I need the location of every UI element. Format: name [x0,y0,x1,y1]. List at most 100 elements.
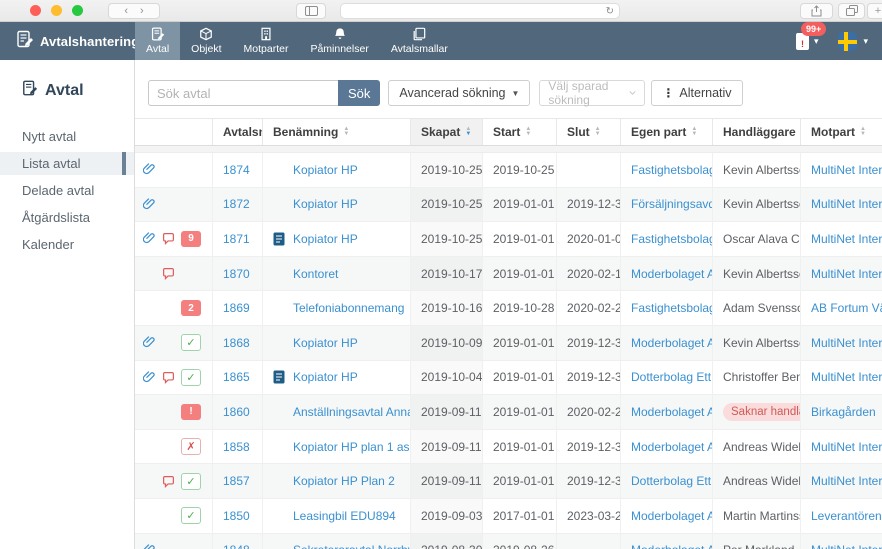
contract-name-link[interactable]: Anställningsavtal Anna [293,405,411,419]
status-badge[interactable]: ✓ [179,507,203,524]
nav-tab-påminnelser[interactable]: Påminnelser [299,22,379,60]
note-icon[interactable] [160,475,176,488]
note-icon[interactable] [160,267,176,280]
contract-number-link[interactable]: 1870 [223,267,250,281]
contract-number-link[interactable]: 1848 [223,543,250,549]
back-icon[interactable]: ‹ [124,5,128,17]
contract-number-link[interactable]: 1857 [223,474,250,488]
table-row[interactable]: ✗ 1858 Kopiator HP plan 1 asdasda... 201… [135,430,882,465]
counterparty-link[interactable]: MultiNet Interactiv [811,197,882,211]
counterparty-link[interactable]: MultiNet Interactiv [811,267,882,281]
counterparty-link[interactable]: AB Fortum Värme [811,301,882,315]
count-badge[interactable]: 2 [181,300,201,316]
contract-name-link[interactable]: Kopiator HP [293,370,358,384]
table-row[interactable]: ✓ 1850 Leasingbil EDU894 2019-09-03 2017… [135,499,882,534]
sidebar-item-delade-avtal[interactable]: Delade avtal [0,179,134,202]
column-header-slut[interactable]: Slut ▲▼ [557,119,621,145]
status-badge[interactable]: 2 [179,300,203,316]
counterparty-link[interactable]: MultiNet Interactiv [811,370,882,384]
status-badge[interactable]: ✓ [179,369,203,386]
own-party-link[interactable]: Moderbolaget AB [631,267,713,281]
check-badge[interactable]: ✓ [181,507,201,524]
own-party-link[interactable]: Fastighetsbolaget [631,301,713,315]
contract-name-link[interactable]: Kopiator HP [293,163,358,177]
check-badge[interactable]: ✓ [181,369,201,386]
table-row[interactable]: 1870 Kontoret 2019-10-17 2019-01-01 2020… [135,257,882,292]
table-row[interactable]: ✓ 1857 Kopiator HP Plan 2 2019-09-11 201… [135,464,882,499]
contract-number-link[interactable]: 1868 [223,336,250,350]
tabs-overview-icon[interactable] [838,3,865,19]
status-badge[interactable]: ✗ [179,438,203,455]
contract-name-link[interactable]: Kopiator HP [293,232,358,246]
sidebar-toggle-icon[interactable] [296,3,326,19]
column-header-benämning[interactable]: Benämning ▲▼ [263,119,411,145]
search-button[interactable]: Sök [338,80,380,106]
note-icon[interactable] [160,232,176,245]
sidebar-item-åtgärdslista[interactable]: Åtgärdslista [0,206,134,229]
column-header-motpart[interactable]: Motpart ▲▼ [801,119,882,145]
notifications-menu[interactable]: ! 99+ ▾ [796,33,819,50]
status-badge[interactable]: ! [179,404,203,420]
own-party-link[interactable]: Dotterbolag Ett AB [631,370,713,384]
column-header-skapat[interactable]: Skapat ▲▼ [411,119,483,145]
saved-search-select[interactable]: Välj sparad sökning [539,80,645,106]
own-party-link[interactable]: Försäljningsavdelning [631,197,713,211]
search-input[interactable] [148,80,338,106]
own-party-link[interactable]: Moderbolaget AB [631,543,713,549]
check-badge[interactable]: ✓ [181,473,201,490]
contract-name-link[interactable]: Leasingbil EDU894 [293,509,396,523]
cross-badge[interactable]: ✗ [181,438,201,455]
table-row[interactable]: ✓ 1868 Kopiator HP 2019-10-09 2019-01-01… [135,326,882,361]
own-party-link[interactable]: Moderbolaget AB [631,336,713,350]
address-bar[interactable]: ↻ [340,3,620,19]
counterparty-link[interactable]: Leverantören AB [811,509,882,523]
column-header-start[interactable]: Start ▲▼ [483,119,557,145]
own-party-link[interactable]: Moderbolaget AB [631,509,713,523]
counterparty-link[interactable]: MultiNet Interactiv [811,232,882,246]
check-badge[interactable]: ✓ [181,334,201,351]
counterparty-link[interactable]: MultiNet Interactiv [811,474,882,488]
table-row[interactable]: ✓ 1865 Kopiator HP 2019-10-04 2019-01-01… [135,361,882,396]
note-icon[interactable] [160,371,176,384]
column-header-handläggare[interactable]: Handläggare ▲▼ [713,119,801,145]
new-tab-icon[interactable]: + [867,3,882,19]
table-row[interactable]: 2 1869 Telefoniabonnemang 2019-10-16 201… [135,291,882,326]
forward-icon[interactable]: › [140,5,144,17]
alert-badge[interactable]: ! [181,404,201,420]
contract-number-link[interactable]: 1869 [223,301,250,315]
contract-name-link[interactable]: Kopiator HP [293,197,358,211]
table-row[interactable]: 1874 Kopiator HP 2019-10-25 2019-10-25 F… [135,153,882,188]
contract-name-link[interactable]: Sekreteraravtal Norrbyvägen [293,543,411,549]
status-badge[interactable]: 9 [179,231,203,247]
status-badge[interactable]: ✓ [179,473,203,490]
nav-tab-avtal[interactable]: Avtal [135,22,180,60]
contract-number-link[interactable]: 1850 [223,509,250,523]
sidebar-item-kalender[interactable]: Kalender [0,233,134,256]
counterparty-link[interactable]: MultiNet Interactiv [811,440,882,454]
counterparty-link[interactable]: MultiNet Interactiv [811,543,882,549]
minimize-window-icon[interactable] [51,5,62,16]
contract-number-link[interactable]: 1872 [223,197,250,211]
sidebar-item-nytt-avtal[interactable]: Nytt avtal [0,125,134,148]
advanced-search-button[interactable]: Avancerad sökning ▼ [388,80,530,106]
options-button[interactable]: ⋮ Alternativ [651,80,742,106]
share-icon[interactable] [800,3,833,19]
nav-tab-objekt[interactable]: Objekt [180,22,232,60]
own-party-link[interactable]: Moderbolaget AB [631,405,713,419]
own-party-link[interactable]: Moderbolaget AB [631,440,713,454]
close-window-icon[interactable] [30,5,41,16]
nav-tab-motparter[interactable]: Motparter [233,22,300,60]
table-row[interactable]: 1848 Sekreteraravtal Norrbyvägen 2019-08… [135,534,882,549]
column-header-egen-part[interactable]: Egen part ▲▼ [621,119,713,145]
maximize-window-icon[interactable] [72,5,83,16]
counterparty-link[interactable]: MultiNet Interactiv [811,336,882,350]
contract-name-link[interactable]: Kopiator HP plan 1 asdasda... [293,440,411,454]
table-row[interactable]: ! 1860 Anställningsavtal Anna 2019-09-11… [135,395,882,430]
table-row[interactable]: 1872 Kopiator HP 2019-10-25 2019-01-01 2… [135,188,882,223]
contract-number-link[interactable]: 1860 [223,405,250,419]
counterparty-link[interactable]: Birkagården [811,405,876,419]
status-badge[interactable]: ✓ [179,334,203,351]
app-logo[interactable]: Avtalshantering™ [0,22,135,60]
contract-name-link[interactable]: Kopiator HP Plan 2 [293,474,395,488]
count-badge[interactable]: 9 [181,231,201,247]
